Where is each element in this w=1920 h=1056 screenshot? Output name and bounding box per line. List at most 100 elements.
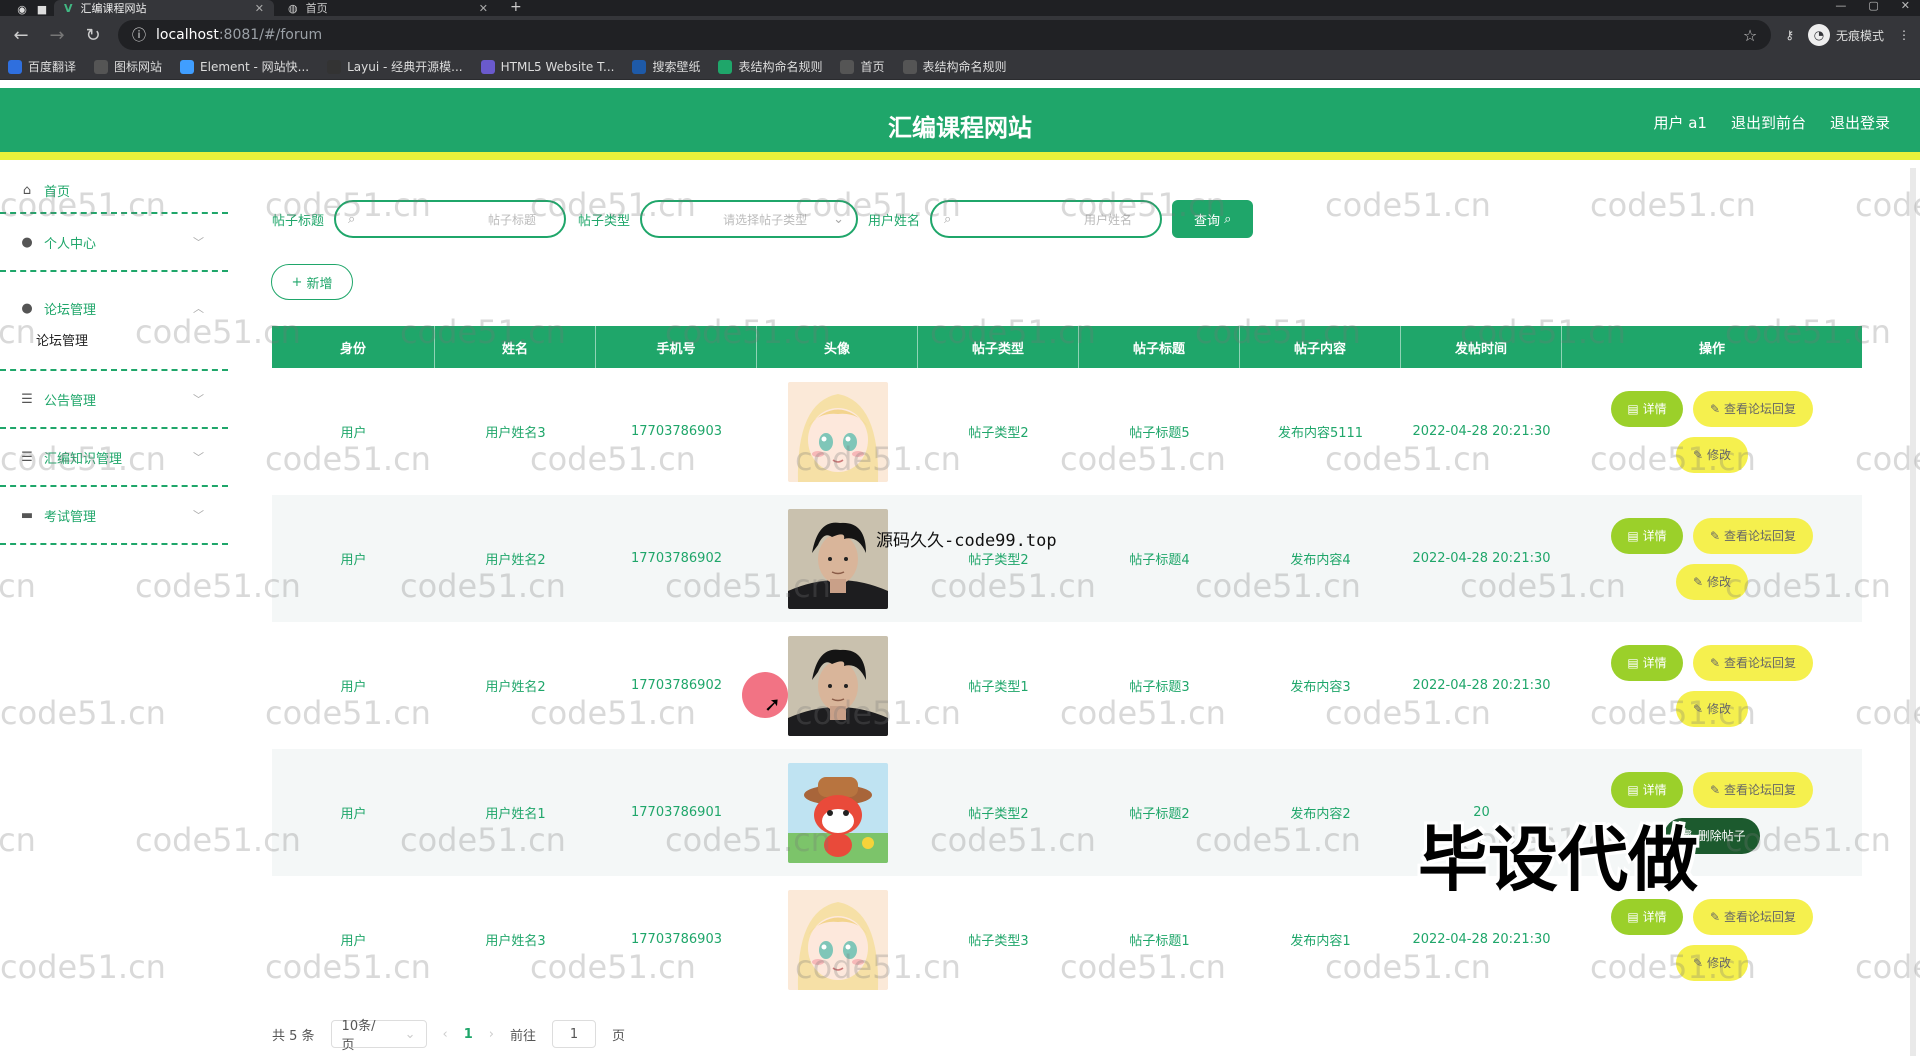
back-icon[interactable]: ← — [10, 25, 32, 46]
detail-button[interactable]: ▤ 详情 — [1611, 771, 1683, 808]
bookmark-item[interactable]: 表结构命名规则 — [718, 58, 822, 75]
cell-type: 帖子类型2 — [968, 807, 1029, 822]
view-reply-icon: ✎ — [1709, 909, 1721, 924]
sidebar-item-home[interactable]: ⌂ 首页 — [0, 168, 228, 214]
reload-icon[interactable]: ↻ — [82, 25, 104, 46]
title-search-input[interactable]: ⌕ 帖子标题 — [334, 200, 567, 238]
bookmark-item[interactable]: 搜索壁纸 — [632, 58, 700, 75]
bookmark-item[interactable]: Element - 网站快... — [180, 58, 309, 75]
view-reply-button[interactable]: ✎ 查看论坛回复 — [1693, 644, 1813, 681]
window-icon[interactable]: ■ — [34, 2, 50, 16]
bookmark-item[interactable]: 表结构命名规则 — [902, 58, 1007, 75]
view-reply-button-label: 查看论坛回复 — [1724, 529, 1797, 543]
user-icon: ● — [21, 234, 33, 250]
bookmark-icon — [8, 59, 22, 74]
sidebar-item-knowledge[interactable]: ☰ 汇编知识管理 ﹀ — [0, 429, 228, 487]
bookmark-item[interactable]: 百度翻译 — [8, 58, 76, 75]
avatar[interactable] — [787, 381, 888, 482]
next-page-icon[interactable]: › — [489, 1027, 494, 1042]
key-icon[interactable]: ⚷ — [1785, 28, 1794, 42]
sidebar-item-profile[interactable]: ● 个人中心 ﹀ — [0, 214, 228, 272]
bookmark-label: 表结构命名规则 — [922, 60, 1007, 74]
bookmark-label: Layui - 经典开源模... — [347, 60, 463, 74]
cell-title: 帖子标题2 — [1129, 807, 1190, 822]
scrollbar[interactable] — [1910, 168, 1916, 1056]
detail-button[interactable]: ▤ 详情 — [1611, 517, 1683, 554]
edit-button-label: 修改 — [1707, 575, 1732, 589]
query-button[interactable]: 查询 ⌕ — [1172, 200, 1254, 238]
incognito-icon: ◔ — [1807, 24, 1830, 46]
sidebar-item-notice[interactable]: ☰ 公告管理 ﹀ — [0, 371, 228, 429]
add-label: 新增 — [306, 276, 333, 292]
detail-icon: ▤ — [1627, 782, 1639, 797]
bookmark-icon — [902, 59, 917, 74]
avatar-cell — [757, 749, 918, 876]
logout-link[interactable]: 退出登录 — [1830, 112, 1890, 133]
cell-name: 用户姓名2 — [485, 680, 546, 695]
detail-button[interactable]: ▤ 详情 — [1611, 644, 1683, 681]
bookmark-label: 搜索壁纸 — [652, 60, 701, 74]
prev-page-icon[interactable]: ‹ — [443, 1027, 448, 1042]
back-to-front-link[interactable]: 退出到前台 — [1731, 112, 1806, 133]
bookmark-item[interactable]: 首页 — [840, 58, 885, 75]
cell-content: 发布内容2 — [1290, 807, 1351, 822]
view-reply-button[interactable]: ✎ 查看论坛回复 — [1693, 390, 1813, 427]
bookmark-icon — [94, 59, 109, 74]
table-body: 用户 用户姓名3 17703786903 帖子类型2 帖子标题5 发布内容5111 2022… — [272, 368, 1862, 1003]
avatar-cell — [757, 495, 918, 622]
close-icon[interactable]: ✕ — [255, 2, 264, 15]
view-reply-button[interactable]: ✎ 查看论坛回复 — [1693, 898, 1813, 935]
browser-tab[interactable]: ◍ 首页 ✕ — [278, 0, 498, 16]
close-window-icon[interactable]: ✕ — [1901, 0, 1910, 12]
new-tab-button[interactable]: + — [502, 0, 530, 16]
page-size-select[interactable]: 10条/页 ⌄ — [330, 1019, 427, 1053]
bookmark-star-icon[interactable]: ☆ — [1743, 26, 1757, 45]
mouse-cursor-icon: ➚ — [764, 692, 781, 716]
delete-post-button-label: 删除帖子 — [1697, 829, 1746, 843]
page-number-current[interactable]: 1 — [464, 1027, 473, 1042]
edit-button[interactable]: ✎ 修改 — [1676, 690, 1748, 727]
avatar[interactable] — [787, 508, 888, 609]
sidebar-subitem-forum[interactable]: 论坛管理 — [0, 330, 228, 369]
more-menu-icon[interactable]: ⋮ — [1898, 28, 1910, 42]
view-reply-button[interactable]: ✎ 查看论坛回复 — [1693, 771, 1813, 808]
avatar[interactable] — [787, 762, 888, 863]
chevron-down-icon: ﹀ — [193, 451, 204, 464]
url-input[interactable]: ⓘ localhost:8081/#/forum ☆ — [118, 20, 1772, 50]
sidebar-item-forum[interactable]: ● 论坛管理 ︿ — [0, 286, 228, 330]
view-reply-icon: ✎ — [1709, 401, 1721, 416]
incognito-badge[interactable]: ◔ 无痕模式 — [1807, 24, 1884, 46]
bookmark-item[interactable]: HTML5 Website T... — [480, 59, 614, 74]
close-icon[interactable]: ✕ — [479, 2, 488, 15]
sidebar: ⌂ 首页 ● 个人中心 ﹀ ● 论坛管理 ︿ 论坛管理 ☰ 公告管理 ﹀ ☰ 汇… — [0, 168, 228, 1056]
browser-tab-active[interactable]: V 汇编课程网站 ✕ — [54, 0, 274, 16]
goto-page-input[interactable]: 1 — [552, 1020, 597, 1048]
column-header: 头像 — [757, 326, 918, 368]
view-reply-button[interactable]: ✎ 查看论坛回复 — [1693, 517, 1813, 554]
maximize-icon[interactable]: ▢ — [1868, 0, 1878, 12]
cell-content: 发布内容3 — [1290, 680, 1351, 695]
info-icon[interactable]: ⓘ — [132, 25, 146, 45]
user-search-input[interactable]: ⌕ 用户姓名 — [930, 200, 1163, 238]
bookmark-item[interactable]: Layui - 经典开源模... — [327, 58, 463, 75]
bookmark-icon — [632, 59, 647, 74]
type-placeholder: 请选择帖子类型 — [723, 212, 808, 227]
edit-button[interactable]: ✎ 修改 — [1676, 563, 1748, 600]
add-button[interactable]: + 新增 — [271, 264, 353, 300]
edit-button[interactable]: ✎ 修改 — [1676, 944, 1748, 981]
avatar[interactable] — [787, 635, 888, 736]
minimize-icon[interactable]: — — [1835, 0, 1846, 12]
detail-button[interactable]: ▤ 详情 — [1611, 390, 1683, 427]
app-header: 汇编课程网站 用户 a1 退出到前台 退出登录 — [0, 88, 1920, 160]
browser-menu-icon[interactable]: ◉ — [14, 2, 30, 16]
avatar[interactable] — [787, 889, 888, 990]
avatar-cell — [757, 876, 918, 1003]
cell-role: 用户 — [340, 934, 367, 949]
type-select[interactable]: 请选择帖子类型 ⌄ — [640, 200, 859, 238]
cell-role: 用户 — [340, 807, 367, 822]
bookmark-item[interactable]: 图标网站 — [94, 58, 162, 75]
site-tag-overlay: 源码久久-code99.top — [876, 531, 1057, 551]
sidebar-item-exam[interactable]: ▬ 考试管理 ﹀ — [0, 487, 228, 545]
forward-icon[interactable]: → — [46, 25, 68, 46]
edit-button[interactable]: ✎ 修改 — [1676, 436, 1748, 473]
